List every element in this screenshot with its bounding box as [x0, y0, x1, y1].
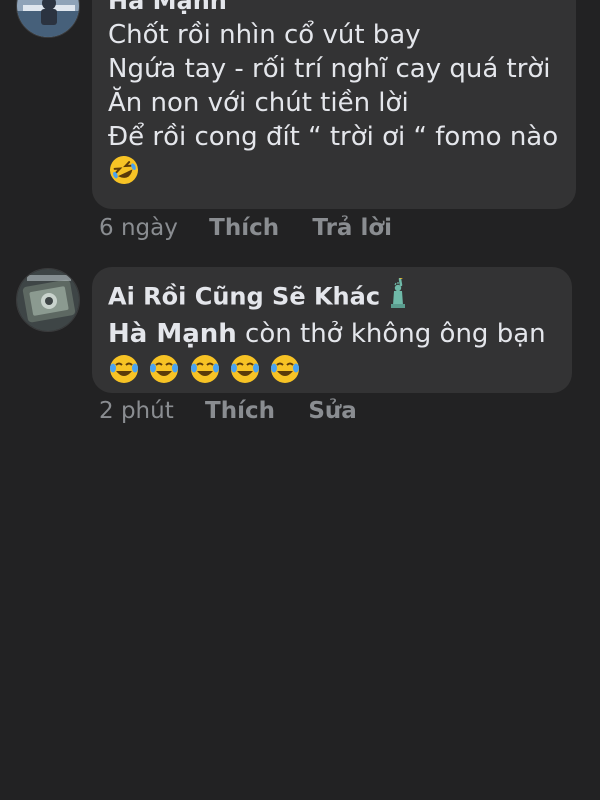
comment-text: còn thở không ông bạn	[236, 319, 546, 349]
comment-text-line: Chốt rồi nhìn cổ vút bay	[108, 20, 421, 50]
comment-text-line: Ăn non với chút tiền lời	[108, 88, 409, 118]
like-button[interactable]: Thích	[209, 215, 279, 241]
comment-actions: 6 ngày Thích Trả lời	[99, 213, 418, 243]
comment-bubble: Hà Mạnh Chốt rồi nhìn cổ vút bay Ngứa ta…	[92, 0, 576, 209]
reply-button[interactable]: Trả lời	[312, 215, 392, 241]
face-with-tears-of-joy-icon	[269, 353, 301, 394]
face-with-tears-of-joy-icon	[189, 353, 221, 394]
comment-author[interactable]: Ai Rồi Cũng Sẽ Khác	[108, 283, 380, 311]
comment-text-line: Để rồi cong đít “ trời ơi “ fomo nào	[108, 122, 559, 152]
comment-2: Ai Rồi Cũng Sẽ Khác Hà Mạnh còn thở khôn…	[0, 260, 600, 440]
comment-time: 6 ngày	[99, 215, 178, 241]
comment-author[interactable]: Hà Mạnh	[108, 0, 560, 18]
mention-link[interactable]: Hà Mạnh	[108, 319, 237, 349]
face-with-tears-of-joy-icon	[148, 353, 180, 394]
statue-of-liberty-icon	[388, 277, 408, 317]
edit-button[interactable]: Sửa	[308, 398, 356, 424]
comment-1: Hà Mạnh Chốt rồi nhìn cổ vút bay Ngứa ta…	[0, 0, 600, 260]
comment-bubble: Ai Rồi Cũng Sẽ Khác Hà Mạnh còn thở khôn…	[92, 267, 572, 393]
comment-actions: 2 phút Thích Sửa	[99, 396, 383, 426]
face-with-tears-of-joy-icon	[108, 353, 140, 394]
comment-time: 2 phút	[99, 398, 174, 424]
comment-text-line: Ngứa tay - rối trí nghĩ cay quá trời	[108, 54, 551, 84]
face-with-tears-of-joy-icon	[229, 353, 261, 394]
emoji-row	[108, 351, 556, 389]
like-button[interactable]: Thích	[205, 398, 275, 424]
avatar[interactable]	[16, 0, 80, 38]
avatar[interactable]	[16, 268, 80, 332]
rolling-on-the-floor-laughing-icon	[108, 154, 140, 195]
